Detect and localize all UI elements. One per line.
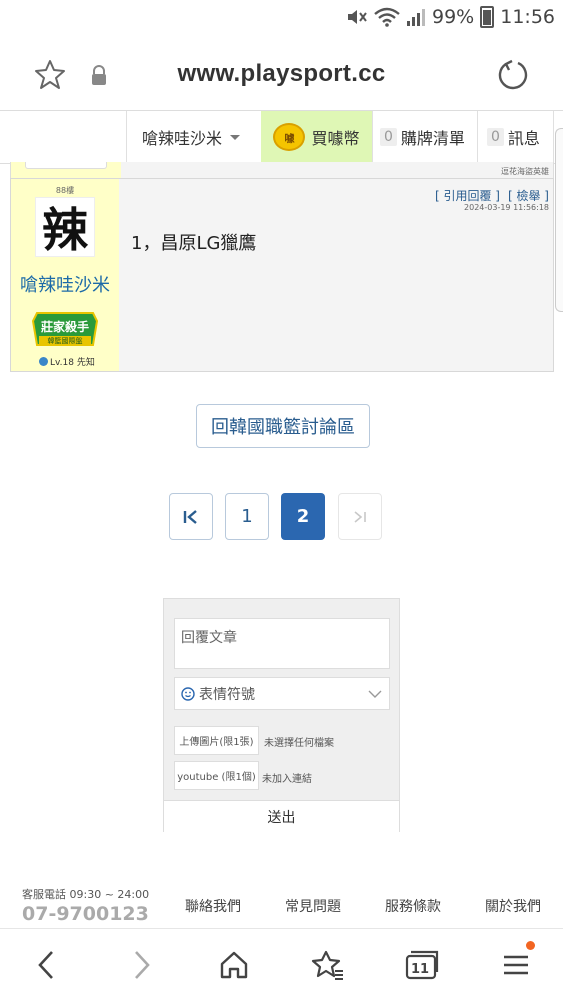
messages-link[interactable]: 0 訊息	[487, 111, 540, 163]
battery-percent: 99%	[432, 6, 475, 28]
messages-label: 訊息	[507, 129, 540, 148]
mute-icon	[348, 10, 367, 24]
report-link[interactable]: [ 檢舉 ]	[508, 187, 549, 204]
user-level: Lv.18 先知	[39, 355, 95, 368]
previous-post-remnant: 逗花海盜英雄	[10, 162, 554, 178]
browser-address-bar: www.playsport.cc	[0, 38, 563, 110]
forward-button[interactable]	[120, 943, 164, 987]
menu-button[interactable]	[494, 941, 538, 987]
home-button[interactable]	[212, 943, 256, 987]
purchase-list-label: 購牌清單	[400, 129, 465, 148]
forward-arrow-icon	[135, 951, 150, 979]
forum-post: 88樓 辣 嗆辣哇沙米 莊家殺手 韓籃國際盤 Lv.18 先知 [ 引用回覆 ]…	[10, 178, 554, 372]
notification-dot	[526, 941, 535, 950]
bookmarks-button[interactable]	[306, 943, 350, 987]
page-1-button[interactable]: 1	[225, 493, 269, 540]
first-page-icon	[183, 509, 197, 524]
upload-image-button[interactable]: 上傳圖片(限1張)	[174, 726, 259, 755]
emoji-select-label: 表情符號	[199, 686, 255, 703]
site-footer: 客服電話 09:30 ~ 24:00 07-9700123 聯絡我們 常見問題 …	[0, 878, 563, 928]
clock: 11:56	[500, 6, 555, 28]
service-hours: 客服電話 09:30 ~ 24:00	[22, 888, 150, 901]
youtube-link-button[interactable]: youtube (限1個)	[174, 761, 259, 790]
back-arrow-icon	[38, 951, 53, 979]
reply-form: 回覆文章 表情符號 上傳圖片(限1張) 未選擇任何檔案 youtube (限1個…	[163, 598, 400, 832]
user-menu-dropdown[interactable]: 嗆辣哇沙米	[142, 111, 242, 163]
user-menu-label: 嗆辣哇沙米	[142, 129, 223, 148]
status-bar: 99% 11:56	[0, 0, 563, 38]
footer-link-about[interactable]: 關於我們	[485, 896, 541, 916]
first-page-button[interactable]	[169, 493, 213, 540]
service-phone[interactable]: 07-9700123	[22, 903, 149, 925]
upload-status: 未選擇任何檔案	[264, 738, 334, 749]
url-text[interactable]: www.playsport.cc	[0, 60, 563, 88]
tabs-button[interactable]: 11	[400, 943, 444, 987]
globe-icon	[39, 357, 48, 366]
achievement-badge: 莊家殺手 韓籃國際盤	[31, 309, 99, 349]
footer-link-faq[interactable]: 常見問題	[285, 896, 341, 916]
message-count: 0	[487, 128, 504, 146]
author-username[interactable]: 嗆辣哇沙米	[11, 271, 119, 297]
post-content: 1，昌原LG獵鷹	[131, 233, 257, 254]
post-author-panel: 88樓 辣 嗆辣哇沙米 莊家殺手 韓籃國際盤 Lv.18 先知	[11, 179, 119, 371]
post-timestamp: 2024-03-19 11:56:18	[464, 203, 549, 212]
badge-subtitle: 韓籃國際盤	[47, 337, 83, 345]
submit-reply-button[interactable]: 送出	[164, 800, 399, 832]
reply-placeholder: 回覆文章	[181, 630, 237, 646]
previous-post-note: 逗花海盜英雄	[501, 167, 549, 176]
purchase-count: 0	[380, 128, 397, 146]
side-panel-edge	[555, 128, 563, 312]
quote-reply-link[interactable]: [ 引用回覆 ]	[435, 187, 500, 204]
battery-icon	[480, 6, 495, 28]
post-content-panel: [ 引用回覆 ] [ 檢舉 ] 2024-03-19 11:56:18 1，昌原…	[119, 179, 553, 371]
signal-icon	[407, 9, 425, 26]
back-button[interactable]	[24, 943, 68, 987]
site-nav-bar: 嗆辣哇沙米 噱 買噱幣 0 購牌清單 0 訊息	[0, 110, 563, 164]
user-level-label: Lv.18 先知	[50, 358, 95, 368]
last-page-icon	[354, 510, 366, 523]
footer-link-contact[interactable]: 聯絡我們	[185, 896, 241, 916]
home-icon	[220, 951, 248, 979]
tab-count: 11	[410, 961, 430, 977]
buy-coin-button[interactable]: 噱 買噱幣	[261, 111, 372, 163]
avatar[interactable]: 辣	[35, 197, 95, 257]
reply-textarea[interactable]: 回覆文章	[174, 618, 390, 669]
badge-title: 莊家殺手	[40, 320, 89, 334]
emoji-select[interactable]: 表情符號	[174, 677, 390, 710]
browser-bottom-toolbar: 11	[0, 928, 563, 1001]
back-to-board-button[interactable]: 回韓國職籃討論區	[196, 404, 370, 448]
page-2-button-current[interactable]: 2	[281, 493, 325, 540]
bookmarks-star-icon	[311, 950, 343, 980]
chevron-down-icon	[368, 690, 382, 698]
reload-icon[interactable]	[496, 58, 530, 92]
caret-down-icon	[230, 135, 241, 140]
buy-coin-label: 買噱幣	[311, 129, 360, 148]
smiley-icon	[181, 686, 195, 701]
footer-link-terms[interactable]: 服務條款	[385, 896, 441, 916]
coin-icon: 噱	[273, 123, 306, 151]
last-page-button	[338, 493, 382, 540]
purchase-list-link[interactable]: 0 購牌清單	[380, 111, 465, 163]
hamburger-menu-icon	[504, 955, 528, 975]
youtube-status: 未加入連結	[262, 774, 312, 785]
wifi-icon	[374, 7, 400, 27]
